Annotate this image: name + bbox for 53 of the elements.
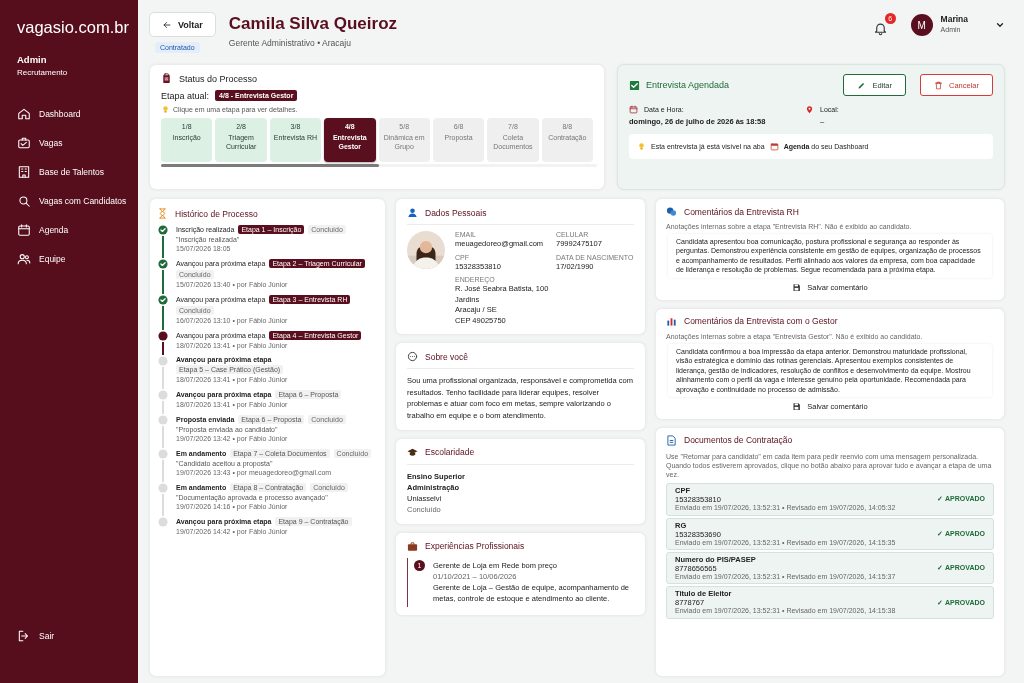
candidate-name: Camila Silva Queiroz [228,14,398,34]
search-icon [17,194,31,208]
check-square-icon [629,79,640,91]
chat-bubbles-icon [666,206,677,217]
calendar-icon [17,223,31,237]
user-avatar: M [910,14,933,36]
user-role: Admin [17,54,47,65]
graduation-cap-icon [407,446,418,458]
card-title: Dados Pessoais [425,207,487,218]
card-title: Documentos de Contratação [684,435,793,446]
lightbulb-icon [637,142,646,151]
card-title: Experiências Profissionais [425,541,525,551]
back-button[interactable]: Voltar [149,12,216,37]
document-icon [666,434,677,446]
bell-icon [872,21,888,36]
users-icon [17,252,31,266]
user-name: Marina [940,14,968,24]
hourglass-icon [157,208,168,219]
chevron-down-icon [995,20,1005,30]
clipboard-icon [161,73,172,84]
card-title: Comentários da Entrevista com o Gestor [684,316,838,327]
logout-link[interactable]: Sair [17,627,55,645]
home-icon [17,107,31,121]
nav-item[interactable]: Vagas com Candidatos [17,192,127,210]
chat-icon [407,351,418,362]
card-title: Comentários da Entrevista RH [684,206,799,217]
person-icon [407,207,418,218]
card-title: Status do Processo [179,73,258,84]
interview-title: Entrevista Agendada [646,80,730,90]
nav-item[interactable]: Vagas [17,134,63,152]
card-title: Sobre você [425,351,468,362]
card-title: Histórico de Processo [175,208,258,219]
nav-item[interactable]: Dashboard [17,105,81,123]
calendar-icon [629,105,638,114]
logout-icon [17,629,31,643]
trash-icon [934,80,943,90]
pin-icon [805,105,814,114]
nav-item[interactable]: Equipe [17,250,66,268]
calendar-icon [769,142,779,151]
arrow-left-icon [162,19,172,30]
card-title: Escolaridade [425,447,475,457]
user-area: Recrutamento [17,68,68,77]
bar-chart-icon [666,315,677,327]
building-icon [17,165,31,179]
briefcase-icon [407,540,418,552]
nav-item[interactable]: Base de Talentos [17,163,105,181]
current-stage-label: Etapa atual: [161,90,210,101]
brand-logo: vagasio.com.br [17,18,129,37]
briefcase-icon [17,136,31,150]
lightbulb-icon [161,105,170,114]
nav-item[interactable]: Agenda [17,221,69,239]
candidate-subtitle: Gerente Administrativo • Aracaju [228,38,352,48]
pencil-icon [857,80,867,90]
